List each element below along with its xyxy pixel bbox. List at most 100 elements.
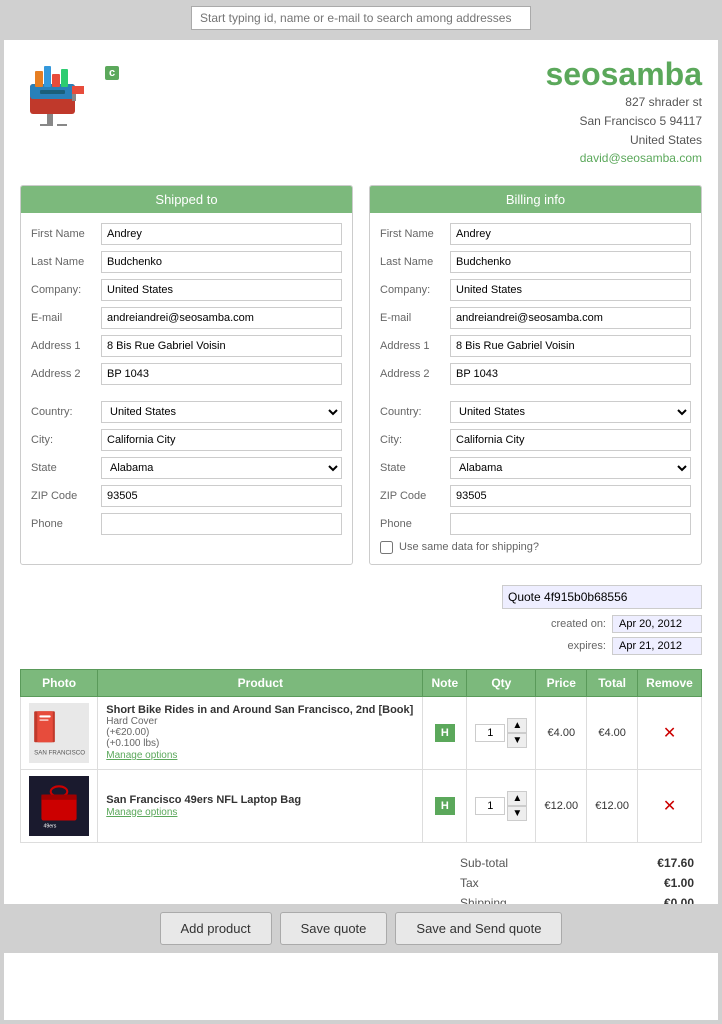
billing-firstname-input[interactable]	[450, 223, 691, 245]
shipped-zip-input[interactable]	[101, 485, 342, 507]
col-photo: Photo	[21, 669, 98, 696]
use-same-label: Use same data for shipping?	[399, 541, 539, 553]
shipped-zip-label: ZIP Code	[31, 490, 101, 502]
shipped-firstname-label: First Name	[31, 228, 101, 240]
svg-text:49ers: 49ers	[43, 823, 56, 829]
quote-id-input[interactable]	[502, 585, 702, 609]
qty-down-2[interactable]: ▼	[507, 806, 527, 821]
shipped-address2-row: Address 2	[31, 363, 342, 385]
billing-country-row: Country: United States	[380, 401, 691, 423]
remove-button-2[interactable]: ✕	[646, 796, 693, 816]
product-photo-2: 49ers	[29, 776, 89, 836]
billing-address2-label: Address 2	[380, 368, 450, 380]
billing-country-select[interactable]: United States	[450, 401, 691, 423]
shipped-zip-row: ZIP Code	[31, 485, 342, 507]
shipped-address1-label: Address 1	[31, 340, 101, 352]
note-button-1[interactable]: H	[435, 724, 455, 742]
billing-city-label: City:	[380, 434, 450, 446]
product-name-2: San Francisco 49ers NFL Laptop Bag	[106, 794, 414, 806]
table-header-row: Photo Product Note Qty Price Total Remov…	[21, 669, 702, 696]
billing-address1-row: Address 1	[380, 335, 691, 357]
billing-email-label: E-mail	[380, 312, 450, 324]
billing-country-label: Country:	[380, 406, 450, 418]
address-line3: United States	[545, 131, 702, 150]
billing-state-row: State Alabama	[380, 457, 691, 479]
shipped-state-select[interactable]: Alabama	[101, 457, 342, 479]
billing-lastname-input[interactable]	[450, 251, 691, 273]
save-and-send-button[interactable]: Save and Send quote	[395, 912, 562, 945]
subtotal-label: Sub-total	[460, 856, 508, 870]
billing-info-header: Billing info	[370, 186, 701, 213]
billing-email-input[interactable]	[450, 307, 691, 329]
address-sections: Shipped to First Name Last Name Company:…	[20, 185, 702, 565]
billing-city-input[interactable]	[450, 429, 691, 451]
billing-lastname-row: Last Name	[380, 251, 691, 273]
subtotal-row: Sub-total €17.60	[452, 853, 702, 873]
product-photo-cell: SAN FRANCISCO	[21, 696, 98, 769]
billing-firstname-label: First Name	[380, 228, 450, 240]
shipped-to-section: Shipped to First Name Last Name Company:…	[20, 185, 353, 565]
shipped-country-select[interactable]: United States	[101, 401, 342, 423]
shipped-lastname-row: Last Name	[31, 251, 342, 273]
search-input[interactable]	[191, 6, 531, 30]
billing-phone-input[interactable]	[450, 513, 691, 535]
shipped-company-label: Company:	[31, 284, 101, 296]
qty-input-2[interactable]	[475, 797, 505, 815]
note-cell-1: H	[423, 696, 467, 769]
shipped-lastname-input[interactable]	[101, 251, 342, 273]
header: c seosamba 827 shrader st San Francisco …	[20, 56, 702, 165]
shipped-city-row: City:	[31, 429, 342, 451]
billing-company-label: Company:	[380, 284, 450, 296]
address-line1: 827 shrader st	[545, 93, 702, 112]
save-quote-button[interactable]: Save quote	[280, 912, 388, 945]
remove-button-1[interactable]: ✕	[646, 723, 693, 743]
billing-info-section: Billing info First Name Last Name Compan…	[369, 185, 702, 565]
billing-state-select[interactable]: Alabama	[450, 457, 691, 479]
qty-up-2[interactable]: ▲	[507, 791, 527, 806]
quote-created-value: Apr 20, 2012	[612, 615, 702, 633]
shipped-city-input[interactable]	[101, 429, 342, 451]
billing-lastname-label: Last Name	[380, 256, 450, 268]
shipped-email-label: E-mail	[31, 312, 101, 324]
product-weight-1: (+0.100 lbs)	[106, 738, 414, 749]
qty-up-1[interactable]: ▲	[507, 718, 527, 733]
use-same-checkbox[interactable]	[380, 541, 393, 554]
shipped-email-input[interactable]	[101, 307, 342, 329]
shipped-firstname-input[interactable]	[101, 223, 342, 245]
main-content: c seosamba 827 shrader st San Francisco …	[4, 40, 718, 1020]
use-same-row: Use same data for shipping?	[380, 541, 691, 554]
shipped-lastname-label: Last Name	[31, 256, 101, 268]
qty-control-2: ▲ ▼	[475, 791, 527, 821]
add-product-button[interactable]: Add product	[160, 912, 272, 945]
subtotal-value: €17.60	[657, 856, 694, 870]
qty-input-1[interactable]	[475, 724, 505, 742]
note-button-2[interactable]: H	[435, 797, 455, 815]
billing-info-body: First Name Last Name Company: E-mail Add…	[370, 213, 701, 564]
billing-address2-input[interactable]	[450, 363, 691, 385]
qty-down-1[interactable]: ▼	[507, 733, 527, 748]
shipped-company-input[interactable]	[101, 279, 342, 301]
qty-cell-2: ▲ ▼	[467, 769, 536, 842]
header-email: david@seosamba.com	[545, 151, 702, 165]
billing-email-row: E-mail	[380, 307, 691, 329]
billing-zip-row: ZIP Code	[380, 485, 691, 507]
manage-options-link-2[interactable]: Manage options	[106, 807, 177, 818]
product-info-cell-1: Short Bike Rides in and Around San Franc…	[98, 696, 423, 769]
shipped-phone-input[interactable]	[101, 513, 342, 535]
shipped-address2-input[interactable]	[101, 363, 342, 385]
billing-address1-input[interactable]	[450, 335, 691, 357]
shipped-country-label: Country:	[31, 406, 101, 418]
shipped-address1-input[interactable]	[101, 335, 342, 357]
c-badge: c	[105, 66, 119, 80]
quote-id-row	[502, 585, 702, 609]
billing-zip-input[interactable]	[450, 485, 691, 507]
manage-options-link-1[interactable]: Manage options	[106, 750, 177, 761]
billing-city-row: City:	[380, 429, 691, 451]
billing-company-input[interactable]	[450, 279, 691, 301]
qty-cell-1: ▲ ▼	[467, 696, 536, 769]
col-remove: Remove	[638, 669, 702, 696]
product-price-extra-1: (+€20.00)	[106, 727, 414, 738]
table-row: SAN FRANCISCO Short Bike Rides in and Ar…	[21, 696, 702, 769]
quote-expires-row: expires: Apr 21, 2012	[567, 637, 702, 655]
quote-created-label: created on:	[551, 618, 606, 630]
